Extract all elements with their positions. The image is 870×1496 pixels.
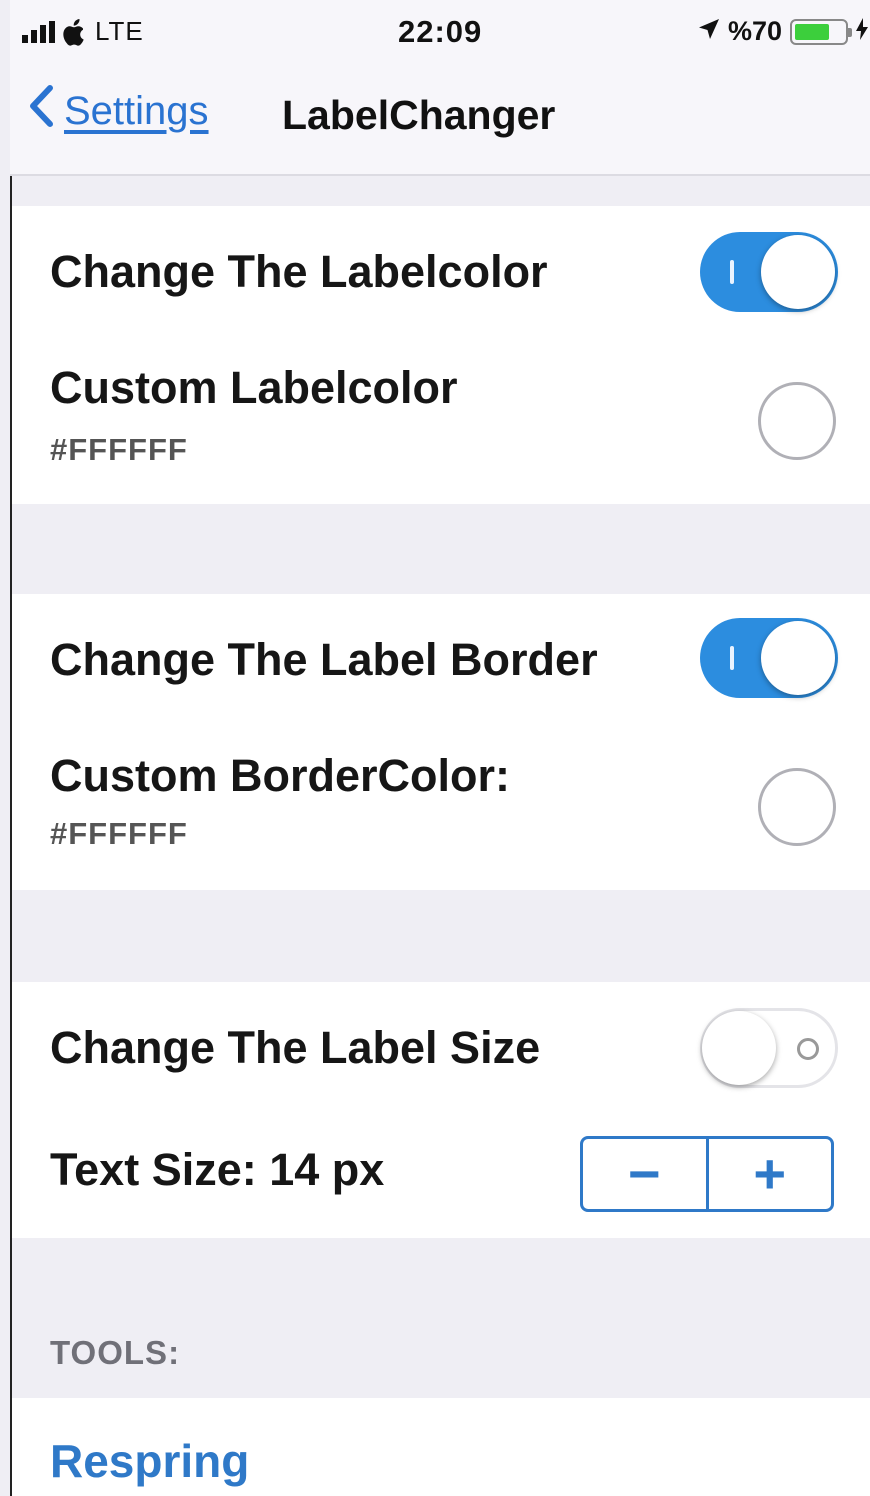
labelcolor-picker-row[interactable]: Custom Labelcolor #FFFFFF xyxy=(12,336,870,504)
labelcolor-toggle-row: Change The Labelcolor xyxy=(12,206,870,336)
charging-bolt-icon xyxy=(856,16,868,47)
apple-logo-icon xyxy=(63,18,87,46)
increment-button[interactable]: + xyxy=(705,1139,832,1209)
color-value: #FFFFFF xyxy=(50,432,188,467)
row-label: Change The Labelcolor xyxy=(50,246,548,297)
text-size-stepper: − + xyxy=(580,1136,834,1212)
toggle-knob xyxy=(702,1011,776,1085)
row-label: Custom BorderColor: xyxy=(50,750,510,801)
signal-bars-icon xyxy=(22,20,55,43)
tools-section-header: TOOLS: xyxy=(50,1334,181,1371)
row-label: Change The Label Border xyxy=(50,634,598,685)
row-label: Custom Labelcolor xyxy=(50,362,458,413)
toggle-knob xyxy=(761,621,835,695)
color-value: #FFFFFF xyxy=(50,816,188,851)
toggle-knob xyxy=(761,235,835,309)
status-left: LTE xyxy=(22,16,144,47)
color-swatch[interactable] xyxy=(758,768,836,846)
bordercolor-picker-row[interactable]: Custom BorderColor: #FFFFFF xyxy=(12,724,870,890)
back-label: Settings xyxy=(64,88,209,133)
battery-icon xyxy=(790,18,852,45)
labelcolor-toggle[interactable] xyxy=(700,232,838,312)
labelcolor-group: Change The Labelcolor Custom Labelcolor … xyxy=(12,206,870,504)
status-bar: LTE 22:09 %70 xyxy=(10,0,870,66)
text-size-row: Text Size: 14 px − + xyxy=(12,1112,870,1238)
status-time: 22:09 xyxy=(398,14,483,49)
carrier-label: LTE xyxy=(95,16,144,46)
status-right: %70 xyxy=(698,16,868,47)
back-button[interactable]: Settings xyxy=(28,84,209,138)
navigation-bar: Settings LabelChanger xyxy=(10,66,870,176)
border-group: Change The Label Border Custom BorderCol… xyxy=(12,594,870,890)
size-group: Change The Label Size Text Size: 14 px −… xyxy=(12,982,870,1238)
decrement-button[interactable]: − xyxy=(583,1139,706,1209)
chevron-left-icon xyxy=(28,84,54,138)
respring-button[interactable]: Respring xyxy=(50,1434,249,1488)
text-size-label: Text Size: 14 px xyxy=(50,1144,385,1195)
battery-percent: %70 xyxy=(727,16,782,46)
page-title: LabelChanger xyxy=(282,92,556,138)
border-toggle[interactable] xyxy=(700,618,838,698)
row-label: Change The Label Size xyxy=(50,1022,541,1073)
battery-fill xyxy=(795,23,829,40)
border-toggle-row: Change The Label Border xyxy=(12,594,870,724)
size-toggle[interactable] xyxy=(700,1008,838,1088)
location-arrow-icon xyxy=(698,16,720,47)
color-swatch[interactable] xyxy=(758,382,836,460)
size-toggle-row: Change The Label Size xyxy=(12,982,870,1112)
